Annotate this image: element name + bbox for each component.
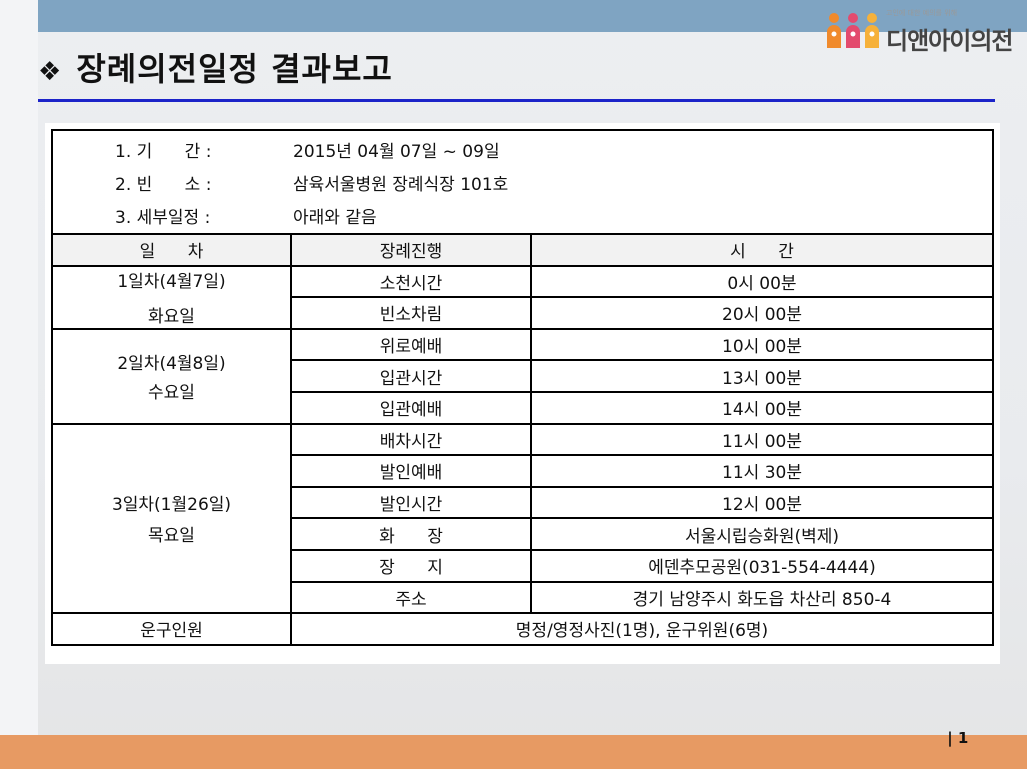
logo-tagline: 고인에 대한 예의를 위해 xyxy=(886,9,958,17)
time-cell: 12시 00분 xyxy=(530,485,994,520)
event-cell: 장 지 xyxy=(290,548,532,583)
page-number: ●● | 1 xyxy=(925,729,969,747)
event-cell: 화 장 xyxy=(290,517,532,551)
table-header-row: 일 차 장례진행 시 간 xyxy=(51,233,994,267)
day3-label: 3일차(1월26일) xyxy=(111,495,232,516)
info-key: 1. 기 간 : xyxy=(115,142,212,162)
time-cell: 10시 00분 xyxy=(530,327,994,362)
page-title-text: 장례의전일정 결과보고 xyxy=(76,50,393,88)
schedule-table: 1. 기 간 : 2015년 04월 07일 ~ 09일 2. 빈 소 : 삼육… xyxy=(51,129,994,646)
info-key: 2. 빈 소 : xyxy=(115,175,212,195)
day3-weekday: 목요일 xyxy=(148,526,195,547)
page-title: ❖ 장례의전일정 결과보고 xyxy=(38,44,393,90)
table-footer-row: 운구인원 명정/영정사진(1명), 운구위원(6명) xyxy=(51,612,994,646)
table-row: 3일차(1월26일) 목요일 배차시간 11시 00분 xyxy=(51,422,994,615)
event-cell: 발인예배 xyxy=(290,454,532,488)
day1-weekday: 화요일 xyxy=(148,307,195,328)
time-cell: 11시 30분 xyxy=(530,454,994,488)
table-row: 1일차(4월7일) 화요일 소천시간 0시 00분 xyxy=(51,264,994,330)
title-underline xyxy=(38,99,995,102)
day2-weekday: 수요일 xyxy=(148,383,195,404)
page-number-value: 1 xyxy=(957,729,969,747)
event-cell: 주소 xyxy=(290,580,532,615)
event-cell: 소천시간 xyxy=(290,264,532,299)
logo-name: 디앤아이의전 xyxy=(886,27,1013,55)
event-cell: 발인시간 xyxy=(290,485,532,520)
day1-cell: 1일차(4월7일) 화요일 xyxy=(51,264,292,330)
event-cell: 배차시간 xyxy=(290,422,532,457)
time-cell: 20시 00분 xyxy=(530,296,994,330)
day3-cell: 3일차(1월26일) 목요일 xyxy=(51,422,292,615)
time-cell: 11시 00분 xyxy=(530,422,994,457)
bottom-bar xyxy=(0,735,1027,769)
time-cell: 0시 00분 xyxy=(530,264,994,299)
event-cell: 위로예배 xyxy=(290,327,532,362)
time-cell: 13시 00분 xyxy=(530,359,994,393)
event-cell: 입관예배 xyxy=(290,390,532,425)
table-row: 2일차(4월8일) 수요일 위로예배 10시 00분 xyxy=(51,327,994,425)
footer-value: 명정/영정사진(1명), 운구위원(6명) xyxy=(290,612,994,646)
info-value: 2015년 04월 07일 ~ 09일 xyxy=(293,142,500,162)
event-cell: 빈소차림 xyxy=(290,296,532,330)
info-value: 아래와 같음 xyxy=(293,208,377,228)
day2-label: 2일차(4월8일) xyxy=(117,354,226,375)
day1-label: 1일차(4월7일) xyxy=(117,272,226,293)
info-key: 3. 세부일정 : xyxy=(115,208,211,228)
info-cell: 1. 기 간 : 2015년 04월 07일 ~ 09일 2. 빈 소 : 삼육… xyxy=(51,129,994,235)
event-cell: 입관시간 xyxy=(290,359,532,393)
family-figures-icon xyxy=(827,13,879,48)
footer-label: 운구인원 xyxy=(51,612,292,646)
page-dots-icon: ●● xyxy=(925,733,945,746)
header-day: 일 차 xyxy=(51,233,292,267)
header-event: 장례진행 xyxy=(290,233,532,267)
time-cell: 에덴추모공원(031-554-4444) xyxy=(530,548,994,583)
day2-cell: 2일차(4월8일) 수요일 xyxy=(51,327,292,425)
info-value: 삼육서울병원 장례식장 101호 xyxy=(293,175,509,195)
header-time: 시 간 xyxy=(530,233,994,267)
time-cell: 경기 남양주시 화도읍 차산리 850-4 xyxy=(530,580,994,615)
company-logo: 고인에 대한 예의를 위해 디앤아이의전 xyxy=(822,4,1022,55)
left-frame xyxy=(0,0,38,769)
diamond-bullet-icon: ❖ xyxy=(38,57,63,87)
time-cell: 서울시립승화원(벽제) xyxy=(530,517,994,551)
info-row: 1. 기 간 : 2015년 04월 07일 ~ 09일 2. 빈 소 : 삼육… xyxy=(51,129,994,235)
time-cell: 14시 00분 xyxy=(530,390,994,425)
